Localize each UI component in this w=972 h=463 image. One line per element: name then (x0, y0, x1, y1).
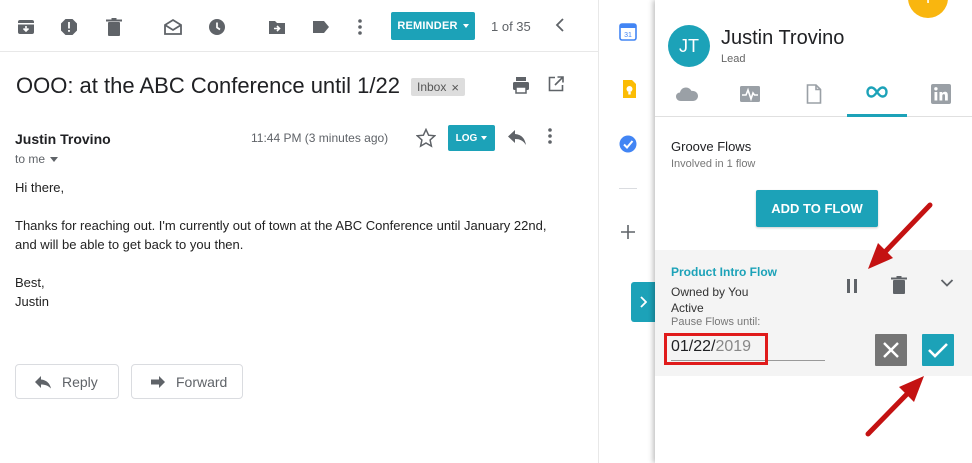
caret-down-icon (481, 136, 488, 140)
check-icon (927, 341, 949, 359)
pause-until-label: Pause Flows until: (671, 316, 761, 328)
chevron-down-icon[interactable] (940, 278, 954, 288)
screen: REMINDER 1 of 35 OOO: at the ABC Confere… (0, 0, 972, 463)
plus-icon: + (922, 0, 935, 11)
report-spam-icon[interactable] (59, 17, 79, 37)
move-to-icon[interactable] (267, 17, 287, 37)
body-line: and will be able to get back to you then… (15, 237, 244, 252)
remove-label-icon[interactable]: × (451, 80, 459, 95)
body-signature: Justin (15, 294, 49, 309)
reminder-button[interactable]: REMINDER (391, 12, 475, 40)
open-in-new-window-icon[interactable] (548, 76, 564, 92)
activity-icon (739, 85, 761, 103)
print-icon[interactable] (512, 76, 530, 94)
tasks-icon[interactable] (619, 135, 637, 153)
caret-down-icon (462, 24, 469, 28)
close-icon (881, 340, 901, 360)
archive-icon[interactable] (16, 17, 36, 37)
reply-label: Reply (62, 373, 98, 390)
flow-name-link[interactable]: Product Intro Flow (671, 265, 777, 279)
body-greeting: Hi there, (15, 180, 65, 195)
email-timestamp: 11:44 PM (3 minutes ago) (251, 131, 389, 145)
reply-button[interactable]: Reply (15, 364, 119, 399)
forward-icon (150, 375, 166, 389)
more-vert-icon[interactable] (548, 128, 552, 144)
tab-documents[interactable] (784, 70, 844, 117)
recipient-details[interactable]: to me (15, 152, 59, 166)
avatar: JT (668, 25, 710, 67)
flow-owner: Owned by You (671, 285, 749, 299)
reply-icon[interactable] (507, 128, 527, 146)
add-icon[interactable] (621, 225, 635, 239)
email-subject: OOO: at the ABC Conference until 1/22 (16, 73, 400, 98)
tab-activity[interactable] (720, 70, 780, 117)
salesforce-cloud-icon (675, 86, 699, 102)
more-vert-icon[interactable] (350, 17, 370, 37)
annotation-highlight-box (664, 333, 768, 365)
delete-icon[interactable] (891, 276, 907, 294)
pager-text: 1 of 35 (491, 19, 531, 34)
chevron-right-icon (639, 296, 647, 308)
add-fab-button[interactable]: + (908, 0, 948, 18)
forward-button[interactable]: Forward (131, 364, 243, 399)
reply-icon (34, 375, 52, 389)
contact-role: Lead (721, 53, 746, 65)
cancel-pause-button[interactable] (875, 334, 907, 366)
groove-side-panel: + JT Justin Trovino Lead (655, 0, 972, 463)
flow-status: Active (671, 301, 704, 315)
caret-down-icon (50, 156, 59, 162)
linkedin-icon (931, 83, 951, 104)
reminder-label: REMINDER (397, 20, 458, 32)
log-label: LOG (455, 132, 478, 144)
document-icon (806, 83, 822, 104)
keep-icon[interactable] (621, 79, 637, 99)
add-to-flow-button[interactable]: ADD TO FLOW (756, 190, 878, 227)
forward-label: Forward (176, 373, 228, 390)
mark-unread-icon[interactable] (163, 17, 183, 37)
section-subtitle: Involved in 1 flow (671, 158, 756, 170)
tab-salesforce[interactable] (657, 70, 717, 117)
panel-tabs (655, 70, 972, 117)
recipient-text: to me (15, 152, 46, 166)
body-line: Thanks for reaching out. I'm currently o… (15, 218, 547, 233)
pause-icon[interactable] (845, 278, 859, 294)
flows-infinity-icon (866, 86, 888, 98)
flow-card: Product Intro Flow Owned by You Active P… (655, 250, 972, 376)
panel-toggle-tab[interactable] (631, 282, 655, 322)
snooze-icon[interactable] (207, 17, 227, 37)
delete-icon[interactable] (104, 17, 124, 37)
body-signoff: Best, (15, 275, 45, 290)
calendar-icon[interactable]: 31 (619, 23, 637, 41)
label-icon[interactable] (311, 17, 331, 37)
side-strip-divider (619, 188, 637, 189)
log-button[interactable]: LOG (448, 125, 495, 151)
chevron-left-icon[interactable] (553, 17, 567, 33)
star-icon[interactable] (416, 128, 436, 148)
confirm-pause-button[interactable] (922, 334, 954, 366)
email-body: Hi there, Thanks for reaching out. I'm c… (15, 178, 575, 311)
tab-linkedin[interactable] (911, 70, 971, 117)
svg-text:31: 31 (624, 32, 632, 39)
inbox-label-text: Inbox (417, 80, 447, 94)
sender-name[interactable]: Justin Trovino (15, 131, 111, 147)
inbox-label-chip[interactable]: Inbox × (411, 78, 465, 96)
tab-flows[interactable] (847, 70, 907, 117)
contact-name: Justin Trovino (721, 27, 845, 49)
side-app-strip: 31 (598, 0, 655, 463)
section-title: Groove Flows (671, 139, 752, 154)
email-toolbar: REMINDER 1 of 35 (0, 0, 598, 52)
